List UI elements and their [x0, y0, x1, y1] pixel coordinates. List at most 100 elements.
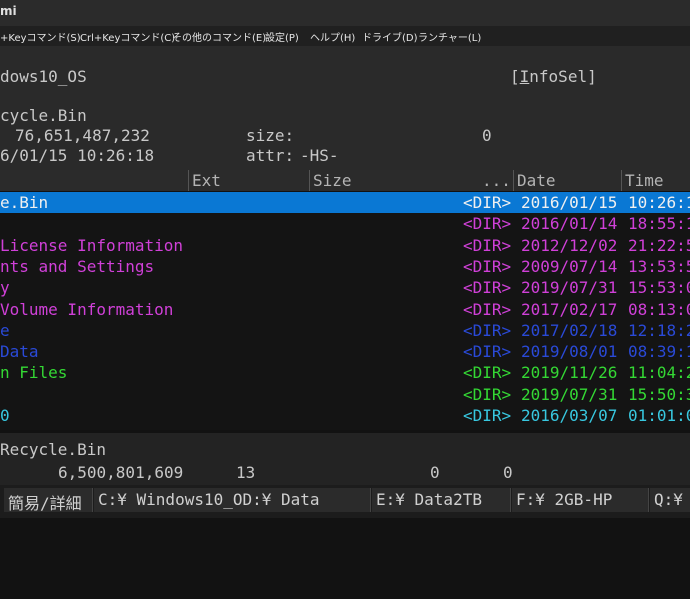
file-date: 2019/08/01 [521, 342, 618, 362]
title-bar: mi [0, 0, 690, 26]
selected-size: 0 [503, 463, 513, 482]
file-date: 2016/03/07 [521, 406, 618, 425]
window-title: mi [0, 4, 17, 18]
column-size[interactable]: Size [313, 171, 352, 190]
column-header: Ext Size ... Date Time [0, 170, 690, 191]
file-datetime: 6/01/15 10:26:18 [0, 146, 155, 165]
file-date: 2009/07/14 [521, 256, 618, 276]
drive-q-label: Q:¥ [654, 490, 683, 509]
file-date: 2016/01/14 [521, 214, 618, 234]
total-size: 6,500,801,609 [58, 463, 184, 482]
file-time: 15:53:0 [628, 278, 690, 298]
dir-tag: <DIR> [463, 193, 512, 212]
file-date: 2017/02/18 [521, 320, 618, 340]
file-date: 2017/02/17 [521, 299, 618, 319]
menu-drive[interactable]: ドライブ(D) [362, 29, 418, 44]
file-list[interactable]: e.Bin <DIR> 2016/01/15 10:26:1 <DIR> 2016/01/… [0, 192, 690, 430]
menu-bar: +Keyコマンド(S) Crl+Keyコマンド(C) その他のコマンド(E) 設… [0, 26, 690, 46]
file-date: 2019/07/31 [521, 278, 618, 298]
drive-e-label: E:¥ Data2TB [376, 490, 482, 509]
infosel-hotkey: I [519, 67, 530, 86]
file-row[interactable]: <DIR> 2019/07/31 15:50:3 [0, 384, 690, 405]
drive-bar: 簡易/詳細 C:¥ Windows10_OD:¥ Data E:¥ Data2T… [0, 485, 690, 518]
current-path: Recycle.Bin [0, 440, 106, 459]
file-time: 15:50:3 [628, 384, 690, 404]
column-separator[interactable] [621, 170, 622, 191]
volume-label: dows10_OS [0, 67, 87, 86]
file-row[interactable]: License Information <DIR> 2012/12/02 21:22:… [0, 235, 690, 256]
drive-f-button[interactable]: F:¥ 2GB-HP [512, 488, 649, 512]
dir-tag: <DIR> [463, 278, 512, 298]
file-name: n Files [0, 363, 68, 383]
attr-value: -HS- [300, 146, 339, 165]
file-row[interactable]: e <DIR> 2017/02/18 12:18:2 [0, 320, 690, 341]
free-space-value: 76,651,487,232 [15, 126, 150, 145]
file-row[interactable]: e.Bin <DIR> 2016/01/15 10:26:1 [0, 192, 690, 213]
view-mode-label: 簡易/詳細 [8, 494, 82, 513]
menu-help[interactable]: ヘルプ(H) [310, 29, 355, 44]
file-date: 2019/11/26 [521, 363, 618, 383]
view-mode-button[interactable]: 簡易/詳細 [4, 488, 93, 513]
file-date: 2019/07/31 [521, 384, 618, 404]
column-separator[interactable] [309, 170, 310, 191]
selected-file-name: cycle.Bin [0, 106, 87, 125]
infosel-bracket: [ [510, 67, 520, 86]
file-time: 01:01:0 [628, 406, 690, 425]
file-row[interactable]: nts and Settings <DIR> 2009/07/14 13:53:5 [0, 256, 690, 277]
dir-tag: <DIR> [463, 256, 512, 276]
drive-c-label: C:¥ Windows10_OD:¥ Data [98, 490, 320, 509]
file-time: 21:22:5 [628, 235, 690, 255]
file-name: Volume Information [0, 299, 174, 319]
file-row[interactable]: y <DIR> 2019/07/31 15:53:0 [0, 277, 690, 298]
file-name: nts and Settings [0, 256, 155, 276]
infosel-rest: nfoSel] [529, 67, 597, 86]
column-more[interactable]: ... [482, 171, 511, 190]
dir-tag: <DIR> [463, 363, 512, 383]
status-panel: Recycle.Bin 6,500,801,609 13 0 0 [0, 433, 690, 485]
file-row[interactable]: Data <DIR> 2019/08/01 08:39:1 [0, 341, 690, 362]
selected-count: 0 [430, 463, 440, 482]
dir-tag: <DIR> [463, 214, 512, 234]
attr-label: attr: [246, 146, 295, 165]
file-time: 12:18:2 [628, 320, 690, 340]
drive-q-button[interactable]: Q:¥ [650, 488, 690, 512]
file-time: 08:13:0 [628, 299, 690, 319]
menu-shift-key-commands[interactable]: +Keyコマンド(S) [0, 29, 81, 44]
dir-tag: <DIR> [463, 299, 512, 319]
column-ext[interactable]: Ext [192, 171, 221, 190]
menu-launcher[interactable]: ランチャー(L) [418, 29, 481, 44]
column-date[interactable]: Date [517, 171, 556, 190]
file-name: y [0, 278, 10, 298]
file-row[interactable]: <DIR> 2016/01/14 18:55:1 [0, 213, 690, 234]
file-time: 10:26:1 [628, 193, 690, 212]
drive-f-label: F:¥ 2GB-HP [516, 490, 613, 509]
dir-tag: <DIR> [463, 384, 512, 404]
file-time: 13:53:5 [628, 256, 690, 276]
dir-tag: <DIR> [463, 342, 512, 362]
infosel-button[interactable]: [InfoSel] [510, 67, 597, 86]
file-date: 2016/01/15 [521, 193, 618, 212]
size-label: size: [246, 126, 295, 145]
column-time[interactable]: Time [625, 171, 664, 190]
menu-ctrl-key-commands[interactable]: Crl+Keyコマンド(C) [80, 29, 175, 44]
file-row[interactable]: Volume Information <DIR> 2017/02/17 08:13:0 [0, 299, 690, 320]
size-value: 0 [482, 126, 492, 145]
drive-c-button[interactable]: C:¥ Windows10_OD:¥ Data [94, 488, 371, 512]
column-separator[interactable] [513, 170, 514, 191]
file-row[interactable]: 0 <DIR> 2016/03/07 01:01:0 [0, 405, 690, 426]
menu-other-commands[interactable]: その他のコマンド(E) [172, 29, 266, 44]
file-count: 13 [236, 463, 256, 482]
file-name: License Information [0, 235, 184, 255]
file-name: e [0, 320, 10, 340]
dir-tag: <DIR> [463, 235, 512, 255]
file-date: 2012/12/02 [521, 235, 618, 255]
file-time: 11:04:2 [628, 363, 690, 383]
file-name: e.Bin [0, 193, 49, 212]
file-row[interactable]: n Files <DIR> 2019/11/26 11:04:2 [0, 362, 690, 383]
menu-settings[interactable]: 設定(P) [265, 29, 299, 44]
column-separator[interactable] [188, 170, 189, 191]
drive-e-button[interactable]: E:¥ Data2TB [372, 488, 511, 512]
file-name: 0 [0, 406, 10, 425]
dir-tag: <DIR> [463, 320, 512, 340]
file-time: 18:55:1 [628, 214, 690, 234]
